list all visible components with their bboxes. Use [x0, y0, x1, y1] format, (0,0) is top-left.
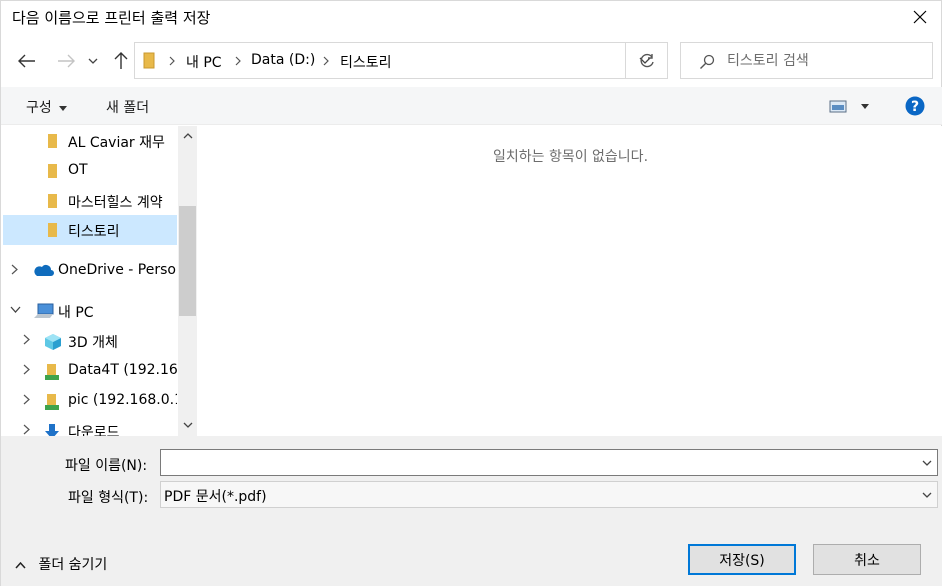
chevron-up-icon: [183, 133, 192, 139]
chevron-right-icon[interactable]: [11, 264, 18, 275]
filename-dropdown-button[interactable]: [917, 450, 937, 475]
chevron-right-icon[interactable]: [23, 394, 30, 405]
cancel-button[interactable]: 취소: [813, 544, 921, 575]
close-button[interactable]: [897, 1, 942, 33]
nav-item-label: OneDrive - Persor: [58, 262, 177, 278]
network-drive-icon: [45, 394, 59, 410]
arrow-up-icon: [114, 52, 128, 69]
dialog-footer: 파일 이름(N): 파일 형식(T): PDF 문서(*.pdf) 폴더 숨기기…: [1, 436, 942, 586]
help-button[interactable]: ?: [905, 96, 925, 120]
organize-menu-button[interactable]: 구성: [26, 97, 68, 117]
back-button[interactable]: [13, 45, 41, 77]
chevron-right-icon[interactable]: [23, 424, 30, 435]
filename-input[interactable]: [164, 453, 904, 473]
folder-icon: [48, 164, 57, 178]
chevron-right-icon: [323, 56, 329, 66]
folder-icon: [48, 134, 57, 148]
chevron-down-icon[interactable]: [10, 306, 21, 313]
onedrive-icon: [34, 265, 54, 276]
nav-item-label: pic (192.168.0.10: [68, 392, 177, 408]
nav-item-label: 3D 개체: [68, 335, 118, 351]
folder-icon: [48, 194, 57, 208]
folder-icon: [48, 223, 57, 237]
save-button[interactable]: 저장(S): [688, 544, 796, 575]
organize-label: 구성: [26, 100, 52, 116]
filename-label: 파일 이름(N):: [65, 458, 148, 474]
arrow-right-icon: [58, 54, 75, 68]
nav-item-onedrive[interactable]: OneDrive - Persor: [3, 256, 177, 286]
filetype-label: 파일 형식(T):: [68, 490, 149, 506]
chevron-right-icon[interactable]: [23, 364, 30, 375]
caret-down-icon: [861, 103, 870, 109]
network-drive-icon: [45, 364, 59, 380]
breadcrumb-tistory[interactable]: 티스토리: [340, 52, 392, 72]
chevron-down-icon: [183, 422, 192, 428]
3d-objects-icon: [45, 334, 61, 350]
hide-folders-toggle[interactable]: 폴더 숨기기: [15, 554, 107, 574]
navigation-pane[interactable]: AL Caviar 재무 OT 마스터힐스 계약 티스토리 OneDrive -…: [1, 126, 198, 436]
downloads-icon: [45, 424, 59, 436]
nav-item-3d-objects[interactable]: 3D 개체: [3, 326, 177, 356]
scroll-down-button[interactable]: [178, 415, 197, 435]
nav-item-label: Data4T (192.168: [68, 362, 177, 378]
nav-item-al-caviar[interactable]: AL Caviar 재무: [3, 126, 177, 156]
caret-down-icon: [59, 105, 68, 111]
recent-locations-button[interactable]: [83, 45, 103, 77]
filename-combobox[interactable]: [160, 449, 938, 476]
nav-item-label: AL Caviar 재무: [68, 135, 165, 151]
new-folder-button[interactable]: 새 폴더: [106, 97, 149, 117]
chevron-down-icon: [88, 58, 98, 64]
chevron-up-icon: [15, 561, 26, 569]
nav-item-masterhills[interactable]: 마스터힐스 계약: [3, 186, 177, 216]
nav-scrollbar[interactable]: [178, 126, 197, 436]
nav-item-downloads[interactable]: 다운로드: [3, 416, 177, 436]
nav-item-label: OT: [68, 162, 88, 178]
empty-folder-message: 일치하는 항목이 없습니다.: [492, 149, 649, 165]
nav-item-data4t[interactable]: Data4T (192.168: [3, 356, 177, 386]
address-bar[interactable]: 내 PC Data (D:) 티스토리: [134, 42, 668, 79]
save-print-output-dialog: 다음 이름으로 프린터 출력 저장 내 PC Data (D:) 티스토리 티스…: [0, 0, 942, 586]
chevron-right-icon: [235, 56, 241, 66]
nav-item-tistory[interactable]: 티스토리: [3, 215, 177, 245]
file-list-view[interactable]: 일치하는 항목이 없습니다.: [198, 126, 942, 436]
chevron-down-icon: [922, 460, 932, 466]
chevron-right-icon: [169, 56, 175, 66]
breadcrumb-my-pc[interactable]: 내 PC: [186, 52, 222, 72]
help-icon: ?: [905, 96, 925, 116]
svg-text:?: ?: [911, 99, 919, 115]
filetype-select[interactable]: PDF 문서(*.pdf): [160, 481, 938, 508]
arrow-left-icon: [18, 54, 35, 68]
folder-icon: [143, 52, 155, 69]
dialog-title: 다음 이름으로 프린터 출력 저장: [12, 9, 211, 27]
view-options-button[interactable]: [829, 98, 870, 114]
view-icon: [829, 100, 847, 113]
scroll-up-button[interactable]: [178, 126, 197, 146]
nav-item-label: 티스토리: [68, 224, 120, 240]
pc-icon: [34, 303, 54, 318]
search-input[interactable]: [727, 51, 917, 71]
nav-item-my-pc[interactable]: 내 PC: [3, 296, 177, 326]
filetype-dropdown-button[interactable]: [917, 482, 937, 507]
up-button[interactable]: [107, 45, 135, 77]
chevron-right-icon[interactable]: [23, 334, 30, 345]
search-box[interactable]: [680, 42, 933, 79]
close-icon: [913, 10, 927, 24]
nav-item-ot[interactable]: OT: [3, 156, 177, 186]
chevron-down-icon: [922, 492, 932, 498]
nav-item-label: 마스터힐스 계약: [68, 195, 163, 211]
nav-item-pic[interactable]: pic (192.168.0.10: [3, 386, 177, 416]
refresh-icon: [640, 53, 654, 67]
breadcrumb-data-drive[interactable]: Data (D:): [251, 52, 315, 68]
nav-item-label: 내 PC: [58, 305, 94, 321]
scroll-thumb[interactable]: [179, 206, 196, 316]
command-bar: 구성 새 폴더 ?: [1, 87, 942, 125]
forward-button[interactable]: [52, 45, 80, 77]
hide-folders-label: 폴더 숨기기: [38, 557, 108, 573]
refresh-button[interactable]: [625, 42, 668, 79]
search-icon: [700, 54, 715, 69]
title-bar: 다음 이름으로 프린터 출력 저장: [1, 1, 942, 33]
filetype-value: PDF 문서(*.pdf): [164, 489, 267, 505]
nav-item-label: 다운로드: [68, 425, 120, 436]
